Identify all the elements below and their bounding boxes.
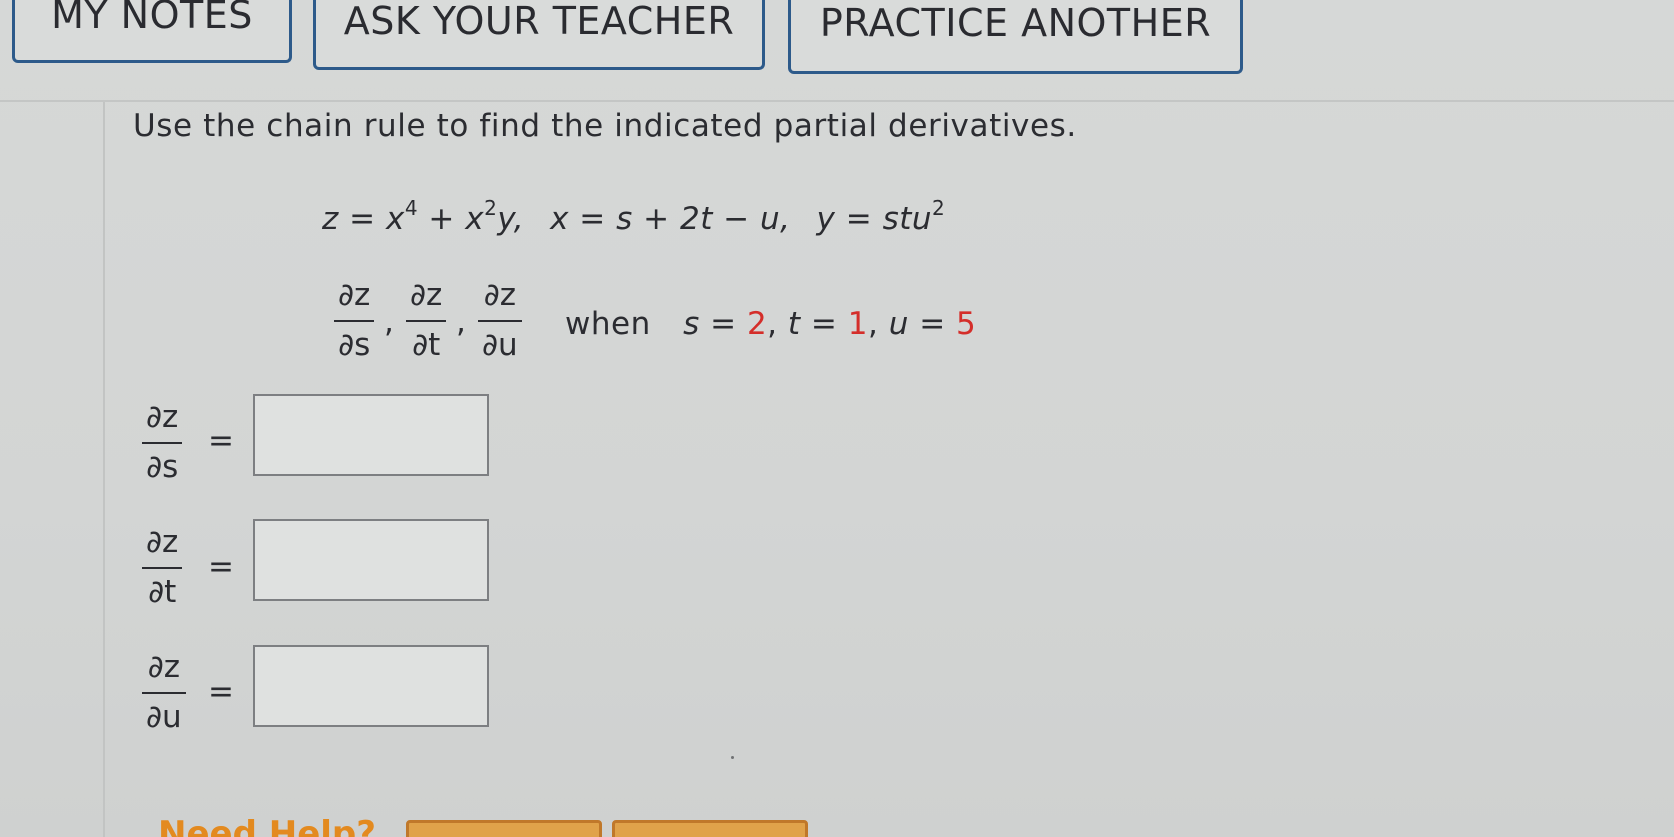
equals-sign: = [208, 549, 234, 585]
practice-another-button[interactable]: PRACTICE ANOTHER [788, 0, 1243, 74]
my-notes-button[interactable]: MY NOTES [12, 0, 292, 63]
function-definitions: z = x4 + x2y, x = s + 2t − u, y = stu2 [322, 196, 945, 237]
dz-dt-answer-input[interactable] [253, 519, 489, 601]
z-definition: z = x4 + x2y, [322, 196, 525, 237]
need-help-label: Need Help? [158, 814, 376, 837]
answer-label-dz-ds: ∂z ∂s [142, 402, 183, 483]
problem-prompt: Use the chain rule to find the indicated… [133, 108, 1077, 144]
header-divider [0, 100, 1674, 102]
x-definition: x = s + 2t − u, [550, 201, 791, 237]
read-it-button[interactable] [406, 820, 602, 837]
answer-label-dz-dt: ∂z ∂t [142, 527, 183, 608]
dz-ds-answer-input[interactable] [253, 394, 489, 476]
partial-z-u-fraction: ∂z ∂u [478, 280, 522, 361]
comma: , [384, 304, 394, 340]
left-margin-rule [103, 102, 105, 837]
y-definition: y = stu2 [816, 196, 946, 237]
evaluation-point: when s = 2, t = 1, u = 5 [565, 306, 977, 342]
watch-it-button[interactable] [612, 820, 808, 837]
ask-your-teacher-button[interactable]: ASK YOUR TEACHER [313, 0, 765, 70]
equals-sign: = [208, 674, 234, 710]
assignment-page: MY NOTES ASK YOUR TEACHER PRACTICE ANOTH… [0, 0, 1674, 837]
partial-z-t-fraction: ∂z ∂t [406, 280, 447, 361]
equals-sign: = [208, 423, 234, 459]
speck [731, 756, 734, 759]
dz-du-answer-input[interactable] [253, 645, 489, 727]
partial-z-s-fraction: ∂z ∂s [334, 280, 375, 361]
comma: , [456, 304, 466, 340]
answer-label-dz-du: ∂z ∂u [142, 652, 186, 733]
